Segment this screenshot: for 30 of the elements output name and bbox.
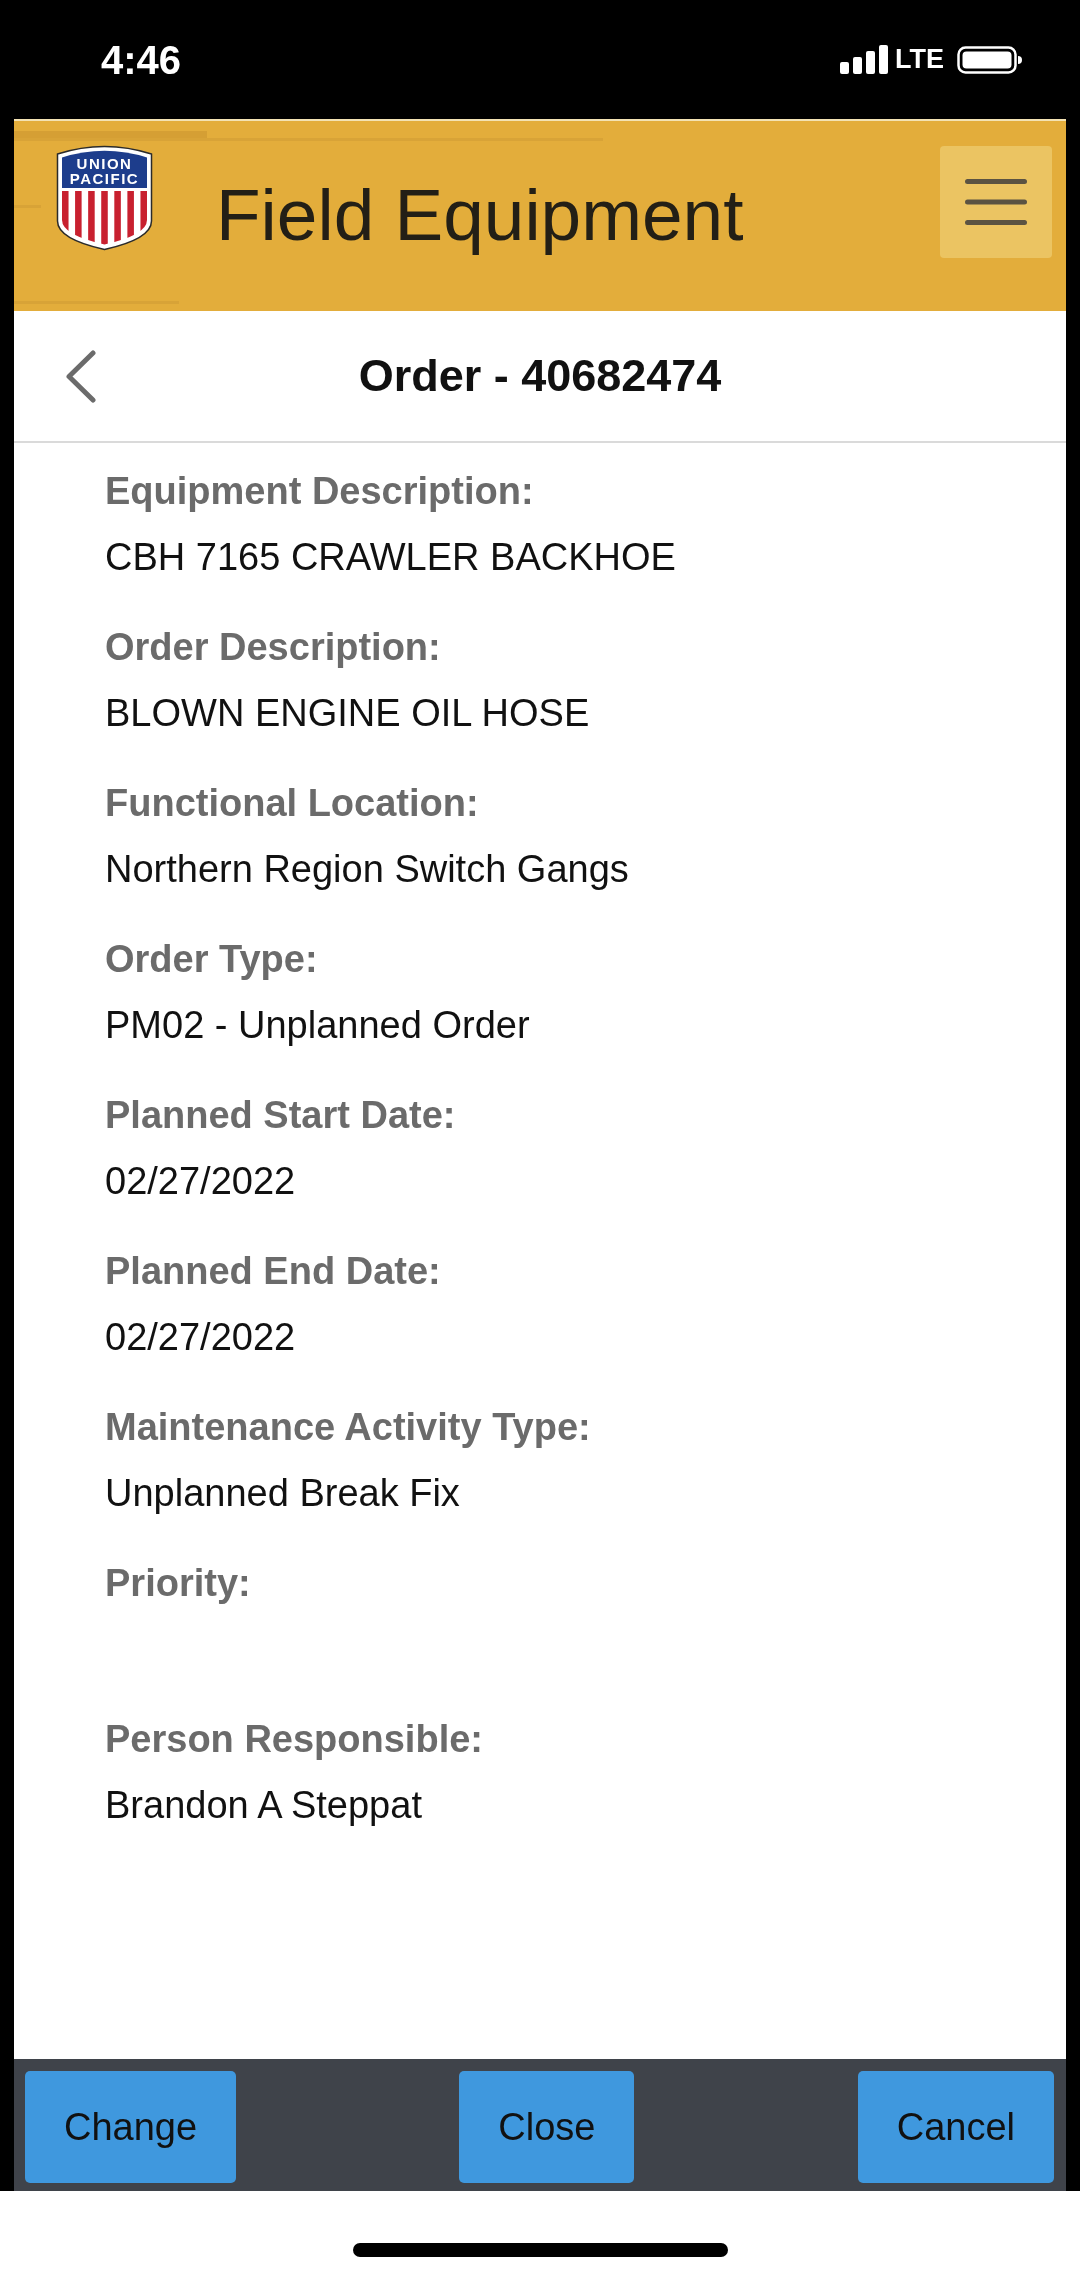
field-value: BLOWN ENGINE OIL HOSE — [105, 691, 591, 736]
field-label: Order Type: — [105, 937, 319, 982]
signal-icon — [840, 45, 888, 74]
toolbar-button[interactable]: Cancel — [857, 2071, 1054, 2183]
status-time: 4:46 — [101, 39, 182, 80]
field-label: Order Description: — [105, 625, 442, 670]
field-label: Equipment Description: — [105, 469, 535, 514]
field-label: Functional Location: — [105, 781, 480, 826]
back-icon — [65, 349, 96, 403]
toolbar-button[interactable]: Change — [25, 2071, 237, 2183]
menu-icon — [965, 179, 1027, 225]
field-value: Brandon A Steppat — [105, 1783, 423, 1828]
shield-logo: UNION PACIFIC — [56, 143, 153, 251]
menu-button[interactable] — [940, 146, 1052, 258]
field-label: Person Responsible: — [105, 1717, 484, 1762]
battery-icon — [957, 45, 1023, 74]
field-value: CBH 7165 CRAWLER BACKHOE — [105, 535, 677, 580]
field-value: PM02 - Unplanned Order — [105, 1003, 531, 1048]
field-value: Unplanned Break Fix — [105, 1471, 461, 1516]
field-label: Planned End Date: — [105, 1249, 442, 1294]
field-label: Maintenance Activity Type: — [105, 1405, 592, 1450]
toolbar-button[interactable]: Close — [459, 2071, 635, 2183]
page-title: Order - 40682474 — [358, 349, 722, 403]
field-label: Priority: — [105, 1561, 252, 1606]
network-label: LTE — [895, 46, 944, 73]
field-value: 02/27/2022 — [105, 1315, 297, 1360]
field-label: Planned Start Date: — [105, 1093, 457, 1138]
field-value: Northern Region Switch Gangs — [105, 847, 630, 892]
back-button[interactable] — [65, 349, 96, 403]
field-value: 02/27/2022 — [105, 1159, 297, 1204]
